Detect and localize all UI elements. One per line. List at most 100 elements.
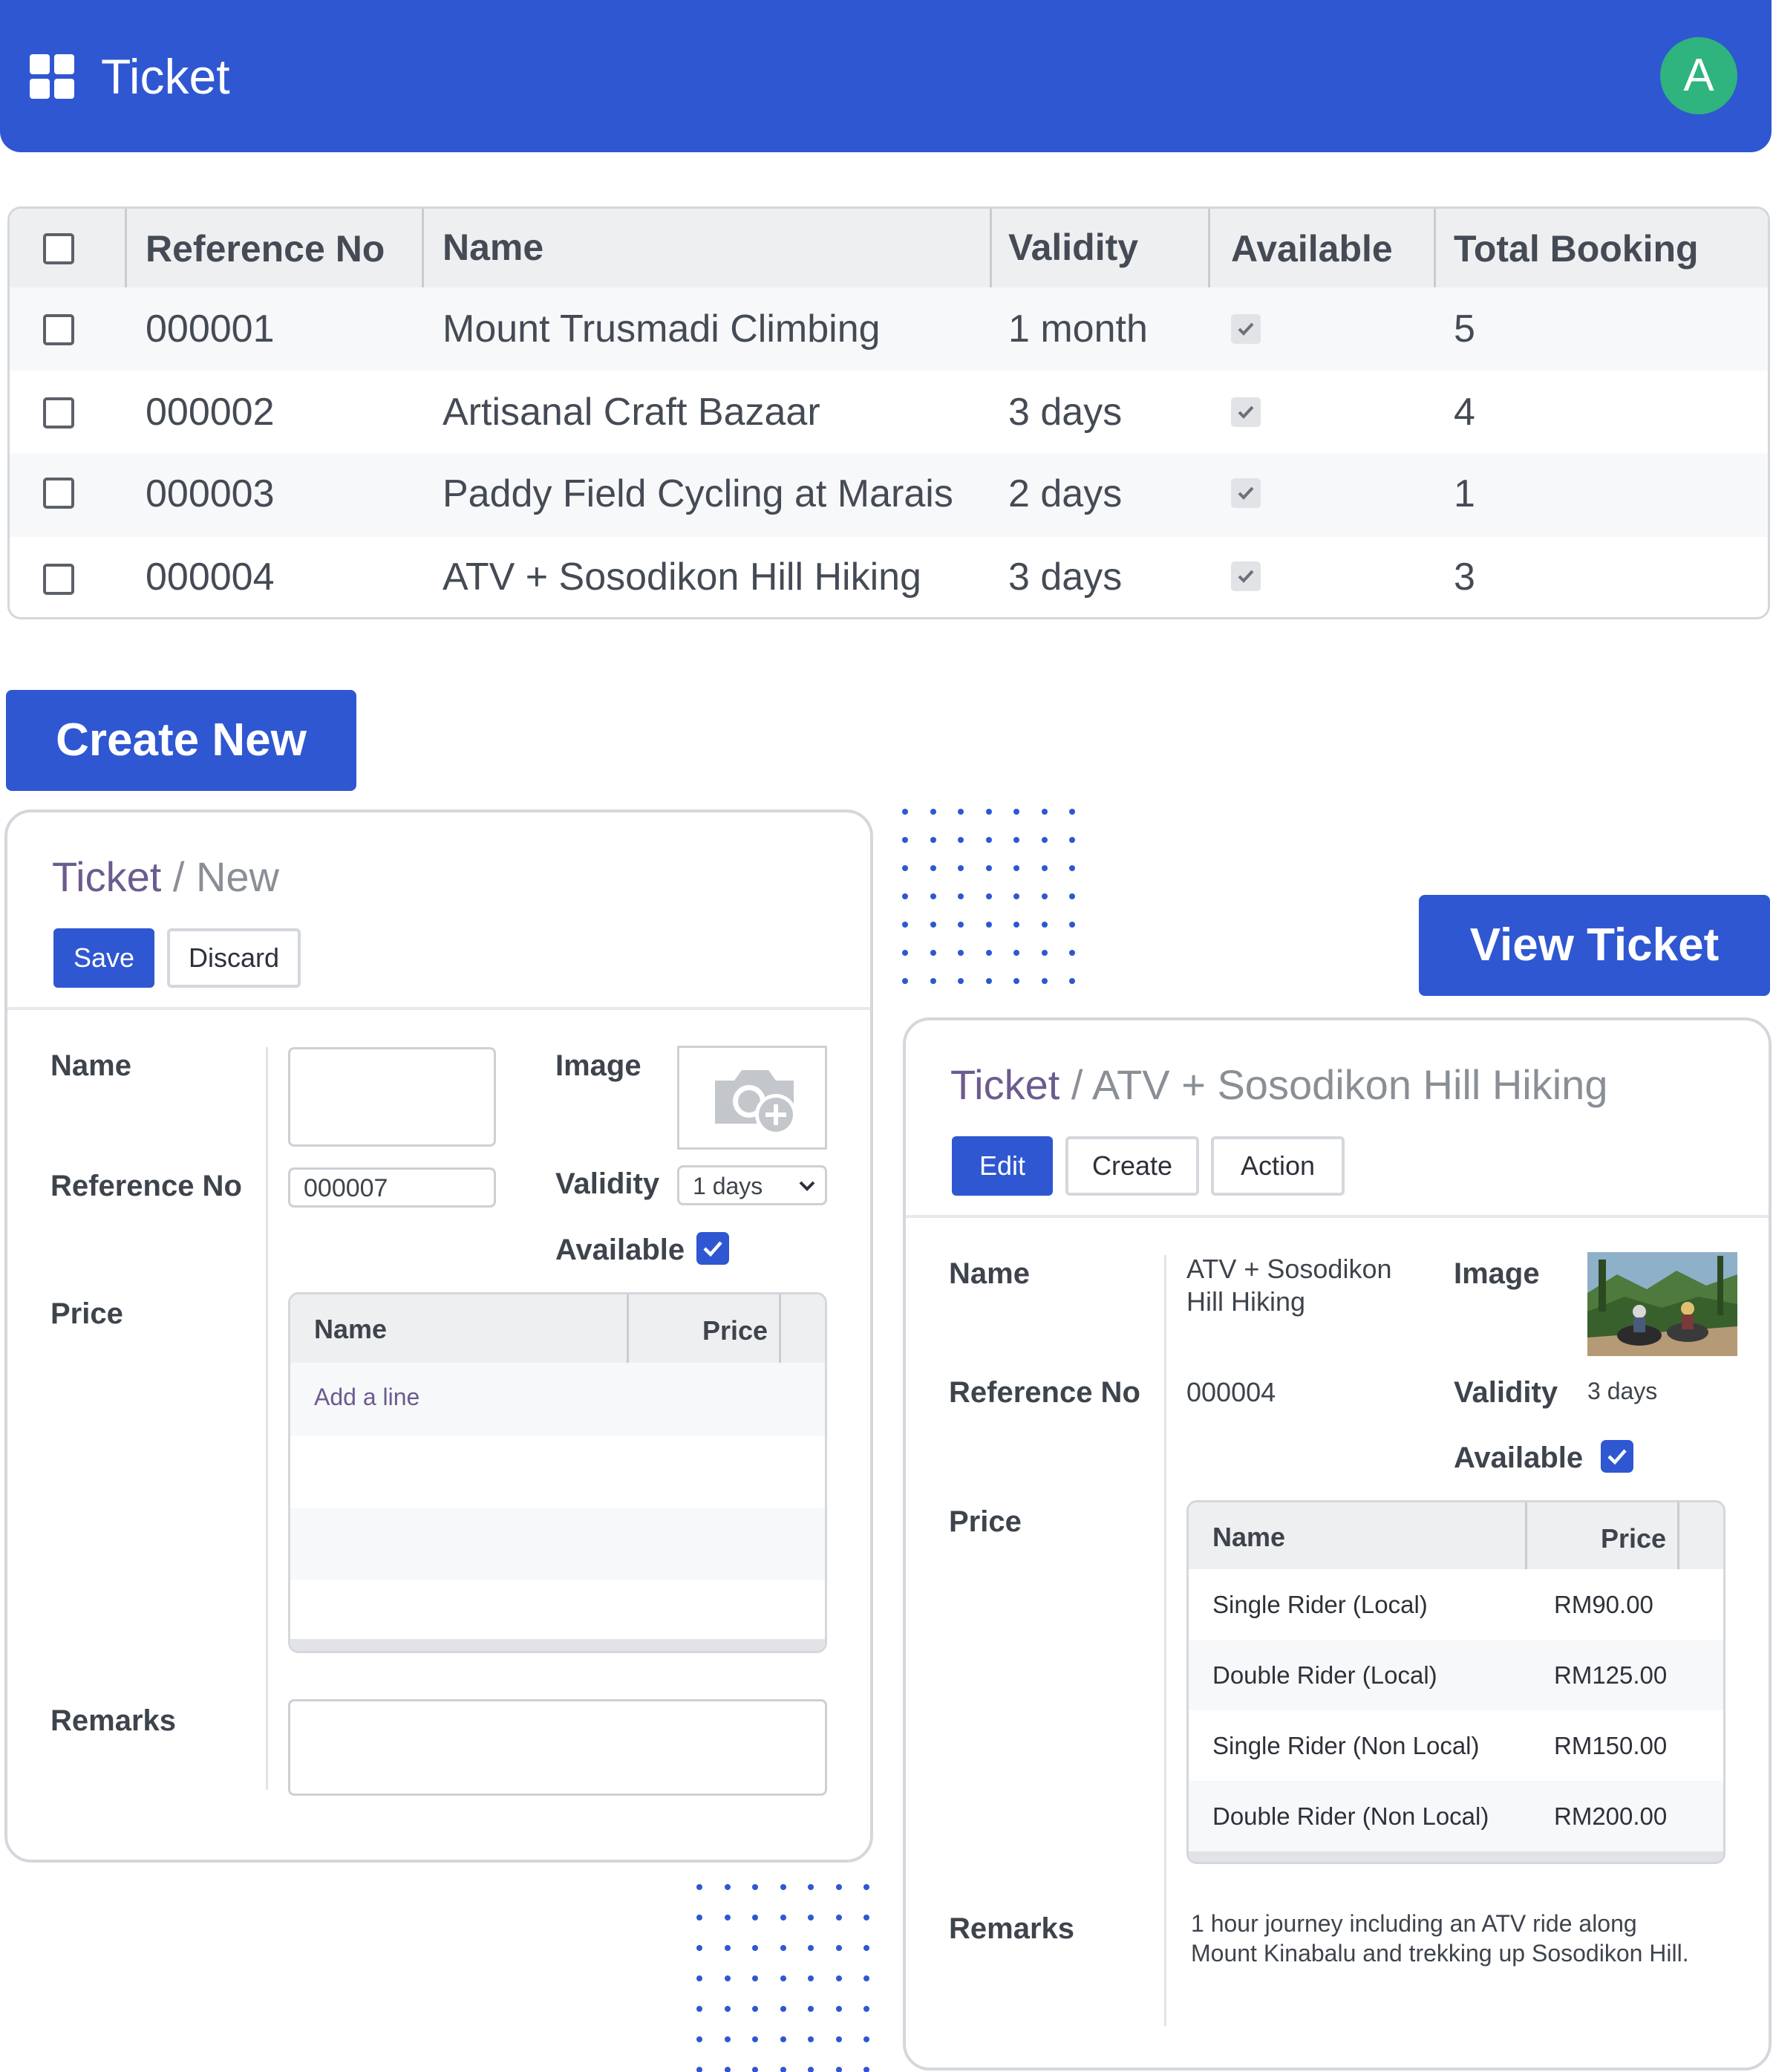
decorative-dot [1069,922,1075,928]
price-item-price: RM150.00 [1554,1732,1668,1759]
column-divider [990,209,992,287]
column-header-validity[interactable]: Validity [1008,225,1138,270]
decorative-dot [902,922,908,928]
table-row[interactable]: Double Rider (Local) RM125.00 [1189,1640,1723,1710]
chevron-down-icon [799,1181,815,1191]
app-header: Ticket A [0,0,1772,152]
decorative-dot [780,2006,786,2012]
decorative-dot [780,1945,786,1951]
decorative-dot [780,1975,786,1981]
remarks-textarea[interactable] [288,1699,827,1796]
table-row[interactable]: 000002 Artisanal Craft Bazaar 3 days 4 [10,371,1768,454]
ticket-photo[interactable] [1587,1252,1737,1356]
decorative-dot [985,837,992,843]
name-label: Name [50,1049,131,1082]
column-header-reference-no[interactable]: Reference No [146,227,385,271]
breadcrumb-root[interactable]: Ticket [950,1061,1059,1108]
table-row[interactable]: 000004 ATV + Sosodikon Hill Hiking 3 day… [10,537,1768,617]
apps-grid-icon[interactable] [30,54,74,99]
decorative-dot [958,978,964,984]
table-footer [1189,1851,1723,1862]
decorative-dot [1041,837,1048,843]
user-avatar[interactable]: A [1660,37,1737,114]
decorative-dot [1069,837,1075,843]
decorative-dot [863,2036,869,2042]
decorative-dot [1069,950,1075,956]
table-row[interactable]: 000001 Mount Trusmadi Climbing 1 month 5 [10,287,1768,371]
available-label: Available [555,1234,685,1266]
add-line-link[interactable]: Add a line [314,1381,419,1413]
discard-button[interactable]: Discard [167,928,301,988]
list-item [290,1580,825,1646]
name-value-line2: Hill Hiking [1186,1286,1306,1317]
view-ticket-button[interactable]: View Ticket [1419,895,1770,996]
add-line-row[interactable]: Add a line [290,1363,825,1436]
column-header-name[interactable]: Name [443,225,543,270]
decorative-dot [1041,893,1048,899]
decorative-dot [1069,865,1075,871]
validity-value: 3 days [1587,1378,1658,1404]
price-item-name: Double Rider (Non Local) [1212,1802,1489,1830]
validity-label: Validity [555,1167,660,1200]
decorative-dot [863,2006,869,2012]
price-item-price: RM90.00 [1554,1591,1653,1618]
decorative-dot [780,1884,786,1890]
row-checkbox[interactable] [43,397,74,429]
reference-no-value: 000004 [1186,1377,1276,1407]
table-row[interactable]: Double Rider (Non Local) RM200.00 [1189,1781,1723,1851]
table-row[interactable]: 000003 Paddy Field Cycling at Marais 2 d… [10,454,1768,537]
price-column-name[interactable]: Name [314,1312,387,1346]
price-item-name: Double Rider (Local) [1212,1661,1437,1689]
ticket-list-table: Reference No Name Validity Available Tot… [7,206,1770,619]
label-divider [1164,1255,1166,2026]
cell-validity: 3 days [1008,556,1123,599]
label-divider [266,1047,268,1790]
decorative-dot [958,922,964,928]
breadcrumb-root[interactable]: Ticket [52,853,161,900]
select-all-checkbox[interactable] [43,233,74,264]
decorative-dot [1041,922,1048,928]
form-divider [906,1215,1769,1218]
cell-name: Paddy Field Cycling at Marais [443,472,953,515]
validity-select[interactable]: 1 days [677,1165,827,1205]
name-input[interactable] [288,1047,496,1147]
decorative-dot [696,2067,702,2072]
price-column-price[interactable]: Price [1601,1522,1666,1556]
cell-validity: 2 days [1008,472,1123,515]
decorative-dot [696,1915,702,1920]
action-button[interactable]: Action [1211,1136,1345,1196]
row-checkbox[interactable] [43,314,74,345]
reference-no-input[interactable]: 000007 [288,1167,496,1208]
row-checkbox[interactable] [43,478,74,509]
decorative-dot [958,950,964,956]
create-new-button[interactable]: Create New [6,690,356,791]
price-column-price[interactable]: Price [702,1314,768,1348]
table-row[interactable]: Single Rider (Non Local) RM150.00 [1189,1710,1723,1781]
decorative-dot [930,922,936,928]
column-divider [1434,209,1436,287]
create-button[interactable]: Create [1065,1136,1199,1196]
save-button[interactable]: Save [53,928,154,988]
column-header-available[interactable]: Available [1231,227,1393,271]
price-column-name[interactable]: Name [1212,1520,1285,1554]
validity-label: Validity [1454,1376,1558,1409]
cell-total-booking: 4 [1454,391,1475,434]
decorative-dot [930,837,936,843]
decorative-dot [902,809,908,815]
decorative-dot [752,1975,758,1981]
table-row[interactable]: Single Rider (Local) RM90.00 [1189,1569,1723,1640]
price-label: Price [50,1297,123,1330]
cell-total-booking: 1 [1454,472,1475,515]
edit-button[interactable]: Edit [952,1136,1053,1196]
decorative-dot [985,865,992,871]
available-label: Available [1454,1441,1584,1474]
row-checkbox[interactable] [43,564,74,595]
decorative-dot [902,893,908,899]
decorative-dot [808,2036,814,2042]
available-checkbox[interactable] [696,1232,729,1265]
column-divider [422,209,424,287]
decorative-dot [863,2067,869,2072]
column-header-total-booking[interactable]: Total Booking [1454,227,1699,271]
image-upload[interactable] [677,1046,827,1150]
decorative-dot [780,2067,786,2072]
